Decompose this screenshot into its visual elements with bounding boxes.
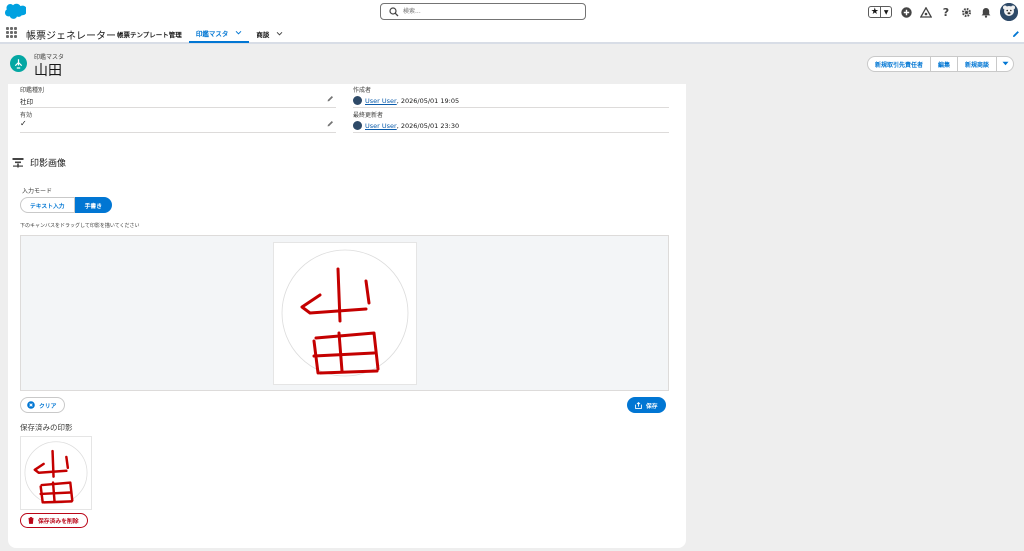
checkmark-icon: ✓ — [20, 119, 27, 128]
created-datetime: , 2026/05/01 19:05 — [396, 96, 460, 105]
edit-button[interactable]: 編集 — [929, 56, 958, 72]
nav-tab-seal-master[interactable]: 印鑑マスタ — [188, 24, 250, 43]
user-avatar-icon — [353, 121, 362, 130]
record-detail-card: 印鑑種別 社印 有効 ✓ 作成者 User User , 2026/05/01 … — [8, 84, 686, 548]
nav-tab-opportunities[interactable]: 商談 — [249, 24, 290, 43]
header-utility-icons: ★ ▼ ? — [868, 2, 1018, 22]
record-object-icon — [10, 55, 27, 72]
salesforce-logo[interactable] — [4, 3, 26, 19]
nav-tabs: 帳票テンプレート管理 印鑑マスタ 商談 — [110, 24, 290, 43]
clear-button[interactable]: クリア — [20, 397, 66, 413]
save-button-label: 保存 — [646, 403, 658, 410]
field-created-by: 作成者 User User , 2026/05/01 19:05 — [353, 84, 669, 108]
field-active: 有効 ✓ — [20, 109, 336, 133]
record-title: 山田 — [34, 63, 62, 79]
trailhead-icon[interactable] — [920, 6, 932, 18]
handwritten-seal-drawing — [281, 249, 409, 377]
app-navigation-bar: 帳票ジェネレーター 帳票テンプレート管理 印鑑マスタ 商談 — [0, 24, 1024, 44]
search-icon — [389, 7, 399, 17]
app-name: 帳票ジェネレーター — [26, 31, 116, 42]
delete-saved-button-label: 保存済みを削除 — [38, 519, 79, 525]
saved-seal-image — [20, 436, 92, 510]
search-input[interactable] — [403, 5, 581, 18]
saved-seal-title: 保存済みの印影 — [20, 423, 73, 432]
record-header: 印鑑マスタ 山田 新規取引先責任者 編集 新規商談 — [0, 46, 1024, 84]
chevron-down-icon — [1002, 61, 1008, 65]
field-label: 有効 — [20, 112, 33, 119]
field-last-modified-by: 最終更新者 User User , 2026/05/01 23:30 — [353, 109, 669, 133]
modified-datetime: , 2026/05/01 23:30 — [396, 121, 460, 130]
field-value: User User , 2026/05/01 23:30 — [353, 121, 459, 130]
field-value: User User , 2026/05/01 19:05 — [353, 96, 459, 105]
field-label: 作成者 — [353, 87, 372, 94]
more-actions-button[interactable] — [996, 56, 1014, 72]
field-label: 最終更新者 — [353, 112, 384, 119]
edit-pencil-icon[interactable] — [327, 120, 334, 127]
global-header: ★ ▼ ? — [0, 0, 1024, 24]
add-icon[interactable] — [900, 6, 912, 18]
field-value: 社印 — [20, 98, 33, 106]
new-contact-button[interactable]: 新規取引先責任者 — [866, 56, 931, 72]
app-launcher-icon[interactable] — [6, 27, 17, 38]
edit-pencil-icon[interactable] — [327, 95, 334, 102]
record-action-buttons: 新規取引先責任者 編集 新規商談 — [866, 56, 1014, 72]
favorites-star-icon[interactable]: ★ — [869, 7, 882, 17]
input-mode-label: 入力モード — [22, 188, 53, 195]
user-avatar-icon — [353, 96, 362, 105]
global-search[interactable] — [380, 3, 586, 20]
input-mode-toggle: テキスト入力 手書き — [20, 197, 113, 213]
field-label: 印鑑種別 — [20, 87, 45, 94]
nav-tab-label: 商談 — [256, 30, 270, 39]
notifications-bell-icon[interactable] — [980, 6, 992, 18]
section-title: 印影画像 — [30, 159, 67, 169]
nav-tab-label: 印鑑マスタ — [195, 29, 229, 38]
help-icon[interactable]: ? — [940, 6, 952, 19]
clear-icon — [27, 401, 35, 409]
created-by-user-link[interactable]: User User — [365, 97, 397, 105]
drawing-canvas-area — [20, 235, 669, 391]
save-button[interactable]: 保存 — [627, 397, 666, 413]
modified-by-user-link[interactable]: User User — [365, 122, 397, 130]
field-seal-type: 印鑑種別 社印 — [20, 84, 336, 108]
text-input-mode-button[interactable]: テキスト入力 — [20, 197, 75, 213]
chevron-down-icon[interactable] — [276, 30, 283, 37]
favorites-menu-chevron-icon[interactable]: ▼ — [881, 7, 891, 17]
save-icon — [635, 401, 642, 409]
nav-tab-template-management[interactable]: 帳票テンプレート管理 — [110, 24, 189, 43]
delete-saved-button[interactable]: 保存済みを削除 — [20, 513, 88, 528]
drawing-canvas[interactable] — [273, 242, 417, 385]
edit-nav-pencil-icon[interactable] — [1012, 30, 1020, 38]
clear-button-label: クリア — [39, 403, 57, 410]
drawing-hint-text: 下のキャンバスをドラッグして印影を描いてください — [20, 223, 140, 229]
avatar[interactable] — [1000, 3, 1018, 21]
section-stamp-icon — [12, 158, 24, 168]
chevron-down-icon[interactable] — [235, 29, 242, 36]
favorites-button-group[interactable]: ★ ▼ — [868, 6, 892, 18]
new-opportunity-button[interactable]: 新規商談 — [956, 56, 997, 72]
trash-icon — [28, 517, 34, 524]
handwriting-mode-button[interactable]: 手書き — [74, 197, 113, 213]
nav-tab-label: 帳票テンプレート管理 — [117, 30, 182, 39]
setup-gear-icon[interactable] — [960, 6, 972, 18]
saved-seal-drawing — [24, 441, 88, 505]
